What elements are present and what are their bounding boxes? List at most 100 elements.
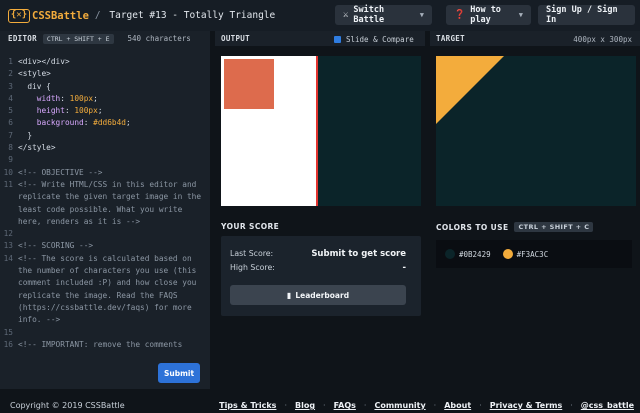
leaderboard-button[interactable]: ▮ Leaderboard: [230, 285, 406, 305]
color-hex-label: #0B2429: [459, 249, 491, 259]
line-text: [18, 154, 206, 166]
last-score-label: Last Score:: [230, 249, 274, 258]
editor-header: EDITOR CTRL + SHIFT + E 540 characters: [0, 31, 210, 46]
copyright-text: Copyright © 2019 CSSBattle: [10, 401, 125, 410]
target-overlay-region: [316, 56, 421, 206]
target-label: TARGET: [436, 34, 465, 43]
line-number: 16: [3, 339, 13, 349]
line-text: div {: [18, 81, 51, 91]
target-image: [436, 56, 636, 206]
code-line[interactable]: 15: [0, 327, 210, 339]
line-number: 14: [3, 253, 13, 263]
code-line[interactable]: 7 }: [0, 130, 210, 142]
footer: Copyright © 2019 CSSBattle Tips & Tricks…: [0, 398, 640, 413]
code-line[interactable]: 2 <style>: [0, 68, 210, 80]
line-text: <!-- SCORING -->: [18, 241, 94, 251]
target-triangle: [436, 56, 504, 124]
output-title: OUTPUT: [221, 34, 250, 43]
target-svg: [436, 56, 504, 124]
output-square: [224, 59, 274, 109]
line-text: width: 100px;: [36, 93, 98, 103]
swords-icon: ⚔: [343, 10, 349, 20]
footer-links: Tips & Tricks · Blog · FAQs · Community · About ·…: [219, 401, 634, 410]
code-line[interactable]: 8 </style>: [0, 142, 210, 154]
footer-separator: ·: [479, 401, 482, 410]
footer-link[interactable]: FAQs: [334, 401, 356, 410]
colors-title-text: COLORS TO USE: [436, 222, 509, 232]
editor-title: EDITOR: [8, 34, 37, 43]
footer-link[interactable]: @css_battle: [581, 401, 634, 410]
target-dimensions: 400px x 300px: [573, 35, 632, 44]
footer-link[interactable]: About: [444, 401, 471, 410]
line-number: 15: [3, 327, 13, 337]
color-dot: [445, 249, 455, 259]
code-line[interactable]: 3 div {: [0, 81, 210, 93]
slide-compare-label: Slide & Compare: [346, 35, 414, 44]
code-line[interactable]: 6 background: #dd6b4d;: [0, 117, 210, 129]
line-number: 8: [8, 143, 13, 153]
code-line[interactable]: 10 <!-- OBJECTIVE -->: [0, 167, 210, 179]
target-title: Target #13 - Totally Triangle: [109, 10, 276, 21]
line-number: 4: [8, 93, 13, 103]
footer-link[interactable]: Community: [374, 401, 425, 410]
color-swatch[interactable]: #0B2429: [445, 249, 491, 259]
colors-shortcut: CTRL + SHIFT + C: [514, 222, 594, 232]
color-swatch[interactable]: #F3AC3C: [502, 249, 549, 259]
code-line[interactable]: 4 width: 100px;: [0, 93, 210, 105]
footer-separator: ·: [433, 401, 437, 410]
footer-separator: ·: [323, 401, 326, 410]
last-score-row: Last Score: Submit to get score: [230, 249, 406, 259]
cssbattle-logo[interactable]: {✕} CSSBattle: [8, 8, 89, 23]
code-line[interactable]: 12: [0, 228, 210, 240]
how-to-play-button[interactable]: ❓ How to play ▼: [446, 5, 531, 25]
line-number: 9: [8, 155, 13, 165]
code-line[interactable]: 11 <!-- Write HTML/CSS in this editor and…: [0, 179, 210, 228]
line-number: 10: [3, 167, 13, 177]
code-editor[interactable]: 1 <div></div> 2 <style> 3 div {4 width: 100p…: [0, 46, 210, 389]
footer-link[interactable]: Tips & Tricks: [219, 401, 276, 410]
line-text: <!-- Write HTML/CSS in this editor and r…: [18, 179, 206, 226]
target-title-container: / Target #13 - Totally Triangle: [95, 10, 275, 21]
footer-separator: ·: [284, 401, 287, 410]
code-line[interactable]: 14 <!-- The score is calculated based on …: [0, 253, 210, 327]
help-icon: ❓: [454, 10, 466, 20]
colors-to-use-title: COLORS TO USE CTRL + SHIFT + C: [436, 222, 594, 232]
footer-separator: ·: [570, 401, 573, 410]
how-to-play-label: How to play: [470, 5, 501, 25]
signup-signin-button[interactable]: Sign Up / Sign In: [538, 5, 635, 25]
your-score-title: YOUR SCORE: [221, 222, 280, 231]
line-number: 3: [8, 81, 13, 91]
high-score-value: -: [402, 263, 406, 273]
code-line[interactable]: 9: [0, 154, 210, 166]
footer-link[interactable]: Privacy & Terms: [490, 401, 563, 410]
line-number: 2: [8, 69, 13, 79]
line-text: </style>: [18, 143, 56, 153]
code-line[interactable]: 13 <!-- SCORING -->: [0, 240, 210, 252]
footer-link[interactable]: Blog: [295, 401, 315, 410]
chevron-down-icon: ▼: [419, 11, 424, 19]
line-text: height: 100px;: [36, 106, 103, 116]
line-number: 7: [8, 130, 13, 140]
line-number: 13: [3, 241, 13, 251]
high-score-label: High Score:: [230, 263, 275, 272]
line-text: <!-- The score is calculated based on th…: [18, 253, 202, 325]
top-header: {✕} CSSBattle / Target #13 - Totally Tri…: [0, 0, 640, 31]
title-separator: /: [94, 10, 101, 21]
code-lines[interactable]: 1 <div></div> 2 <style> 3 div {4 width: 100p…: [0, 56, 210, 351]
code-line[interactable]: 1 <div></div>: [0, 56, 210, 68]
chevron-down-icon: ▼: [518, 11, 523, 19]
slide-compare-divider[interactable]: [316, 56, 318, 206]
slide-compare-toggle[interactable]: Slide & Compare: [334, 35, 414, 44]
code-line[interactable]: 5 height: 100px;: [0, 105, 210, 117]
switch-battle-label: Switch Battle: [353, 5, 385, 25]
editor-shortcut: CTRL + SHIFT + E: [42, 33, 114, 44]
submit-button[interactable]: Submit: [158, 363, 200, 383]
line-number: 1: [8, 57, 13, 66]
checkbox-checked-icon[interactable]: [334, 36, 341, 43]
bar-chart-icon: ▮: [286, 290, 292, 300]
color-dot: [502, 249, 513, 259]
code-line[interactable]: 16 <!-- IMPORTANT: remove the comments: [0, 339, 210, 351]
line-number: 12: [3, 229, 13, 239]
color-hex-label: #F3AC3C: [516, 249, 549, 259]
switch-battle-button[interactable]: ⚔ Switch Battle ▼: [335, 5, 432, 25]
